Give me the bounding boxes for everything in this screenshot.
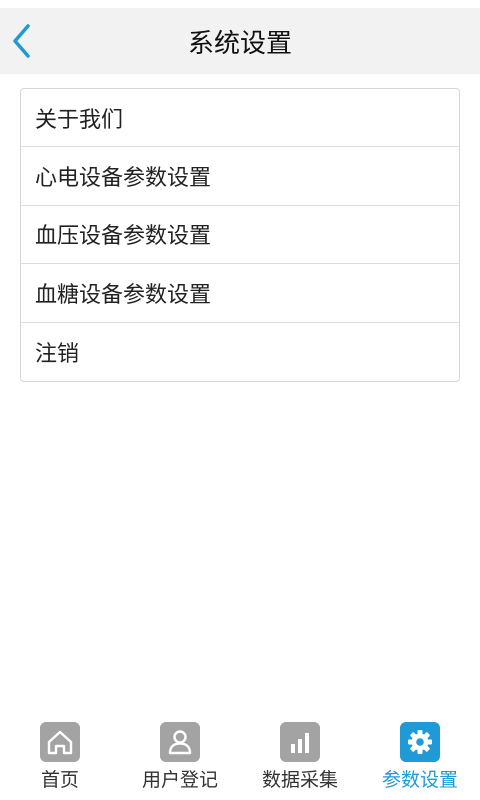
tab-label-data-collection: 数据采集	[261, 769, 338, 791]
settings-menu: 关于我们 心电设备参数设置 血压设备参数设置 血糖设备参数设置 注销	[20, 88, 460, 382]
tab-parameter-settings[interactable]: 参数设置	[360, 708, 480, 800]
header-bar: 系统设置	[0, 8, 480, 74]
menu-item-blood-pressure-device-settings[interactable]: 血压设备参数设置	[21, 206, 459, 265]
tab-home[interactable]: 首页	[0, 708, 120, 800]
menu-item-logout[interactable]: 注销	[21, 323, 459, 381]
page-title: 系统设置	[187, 28, 292, 59]
chevron-left-icon	[13, 24, 30, 58]
home-icon	[40, 722, 80, 762]
tab-user-registration[interactable]: 用户登记	[120, 708, 240, 800]
bottom-tab-bar: 首页 用户登记 数据采集 参数设置	[0, 708, 480, 800]
gear-icon	[400, 722, 440, 762]
tab-data-collection[interactable]: 数据采集	[240, 708, 360, 800]
tab-label-parameter-settings: 参数设置	[381, 769, 458, 791]
menu-item-about-us[interactable]: 关于我们	[21, 89, 459, 148]
bar-chart-icon	[280, 722, 320, 762]
menu-item-blood-glucose-device-settings[interactable]: 血糖设备参数设置	[21, 264, 459, 323]
user-icon	[160, 722, 200, 762]
back-button[interactable]	[0, 8, 44, 74]
app-screen: 系统设置 关于我们 心电设备参数设置 血压设备参数设置 血糖设备参数设置 注销 …	[0, 0, 480, 800]
menu-item-ecg-device-settings[interactable]: 心电设备参数设置	[21, 147, 459, 206]
tab-label-home: 首页	[40, 769, 79, 791]
tab-label-user-registration: 用户登记	[141, 769, 218, 791]
